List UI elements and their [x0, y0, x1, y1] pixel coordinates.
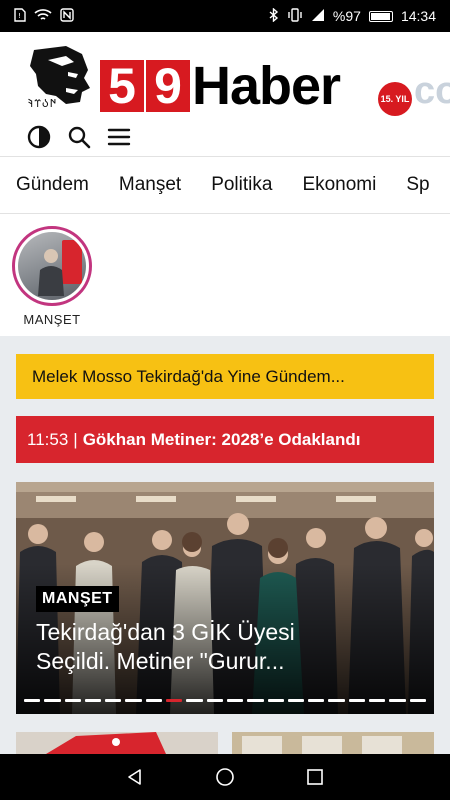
slider-dot[interactable]: [145, 699, 163, 702]
logo-digit-nine: 9: [146, 60, 190, 112]
recents-icon[interactable]: [302, 764, 328, 790]
breaking-news-text: Melek Mosso Tekirdağ'da Yine Gündem...: [32, 366, 345, 386]
sim-icon: !: [14, 8, 26, 24]
battery-percent: %97: [332, 8, 361, 24]
slider-dot[interactable]: [348, 699, 366, 702]
ticker-time: 11:53: [27, 429, 69, 449]
slide-title-line: Tekirdağ'dan 3 GİK Üyesi: [36, 619, 295, 645]
nav-item-spor[interactable]: Sp: [390, 174, 443, 196]
signal-icon: [311, 8, 325, 24]
breaking-news-bar[interactable]: Melek Mosso Tekirdağ'da Yine Gündem...: [16, 354, 434, 399]
vibrate-icon: [287, 8, 303, 24]
slide-title-line: Seçildi. Metiner "Gurur...: [36, 648, 285, 674]
story-thumbnail: [18, 232, 86, 300]
theme-toggle-icon[interactable]: [26, 124, 52, 150]
slider-dot[interactable]: [186, 699, 203, 702]
menu-icon[interactable]: [106, 124, 132, 150]
search-icon[interactable]: [66, 124, 92, 150]
slider-dot[interactable]: [64, 699, 81, 702]
status-left: !: [14, 8, 74, 24]
battery-icon: [368, 10, 393, 22]
news-thumbnails: [16, 732, 434, 754]
slider-dot-active[interactable]: [166, 699, 183, 702]
slider-dot[interactable]: [84, 699, 102, 702]
story-label: MANŞET: [23, 312, 81, 327]
clock: 14:34: [400, 8, 436, 24]
story-item[interactable]: MANŞET: [10, 226, 94, 327]
slider-pagination: [24, 699, 426, 702]
news-ticker[interactable]: 11:53 | Gökhan Metiner: 2028’e Odaklandı: [16, 416, 434, 463]
wifi-icon: [34, 8, 52, 24]
person-image: [38, 249, 64, 296]
category-nav: Gündem Manşet Politika Ekonomi Sp: [0, 156, 450, 214]
story-ring: [12, 226, 92, 306]
home-icon[interactable]: [212, 764, 238, 790]
status-bar: ! %97 14:34: [0, 0, 450, 32]
slider-dot[interactable]: [44, 699, 61, 702]
slider-dot[interactable]: [247, 699, 264, 702]
svg-text:!: !: [18, 12, 21, 20]
nav-item-politika[interactable]: Politika: [195, 174, 286, 196]
logo-domain-suffix: co: [414, 70, 450, 112]
slider-dot[interactable]: [267, 699, 284, 702]
ticker-headline: Gökhan Metiner: 2028’e Odaklandı: [82, 429, 361, 449]
slider-dot[interactable]: [409, 699, 426, 702]
news-card-image: [232, 732, 434, 754]
slider-dot[interactable]: [206, 699, 223, 702]
slider-dot[interactable]: [308, 699, 325, 702]
ticker-separator: |: [73, 429, 78, 449]
story-strip: MANŞET: [0, 214, 450, 336]
news-card[interactable]: [232, 732, 434, 754]
site-logo[interactable]: 𐰇𐰉𐰼𐰚 5 9 Haber 15. YIL co: [26, 44, 450, 116]
status-right: %97 14:34: [269, 7, 436, 24]
logo-digit-five: 5: [100, 60, 144, 112]
slide-title[interactable]: Tekirdağ'dan 3 GİK Üyesi Seçildi. Metine…: [36, 618, 366, 676]
headline-slider[interactable]: MANŞET Tekirdağ'dan 3 GİK Üyesi Seçildi.…: [16, 482, 434, 714]
main-content: Melek Mosso Tekirdağ'da Yine Gündem... 1…: [0, 336, 450, 754]
slider-dot[interactable]: [287, 699, 305, 702]
news-card-image: [16, 732, 218, 754]
nav-item-ekonomi[interactable]: Ekonomi: [286, 174, 390, 196]
slider-dot[interactable]: [125, 699, 142, 702]
header-tools: [26, 124, 132, 150]
slider-dot[interactable]: [24, 699, 41, 702]
site-header: 𐰇𐰉𐰼𐰚 5 9 Haber 15. YIL co: [0, 32, 450, 156]
back-icon[interactable]: [122, 764, 148, 790]
news-card[interactable]: [16, 732, 218, 754]
nfc-icon: [60, 8, 74, 24]
logo-runes: 𐰇𐰉𐰼𐰚: [28, 97, 58, 110]
slide-category-badge: MANŞET: [36, 586, 119, 612]
slider-dot[interactable]: [105, 699, 122, 702]
system-nav-bar: [0, 754, 450, 800]
nav-item-manset[interactable]: Manşet: [103, 174, 195, 196]
nav-item-gundem[interactable]: Gündem: [0, 174, 103, 196]
slider-dot[interactable]: [369, 699, 386, 702]
logo-wordmark: Haber: [192, 56, 341, 116]
bluetooth-icon: [269, 7, 279, 24]
anniversary-badge: 15. YIL: [378, 82, 412, 116]
slider-dot[interactable]: [226, 699, 244, 702]
slider-dot[interactable]: [389, 699, 406, 702]
slider-dot[interactable]: [328, 699, 345, 702]
